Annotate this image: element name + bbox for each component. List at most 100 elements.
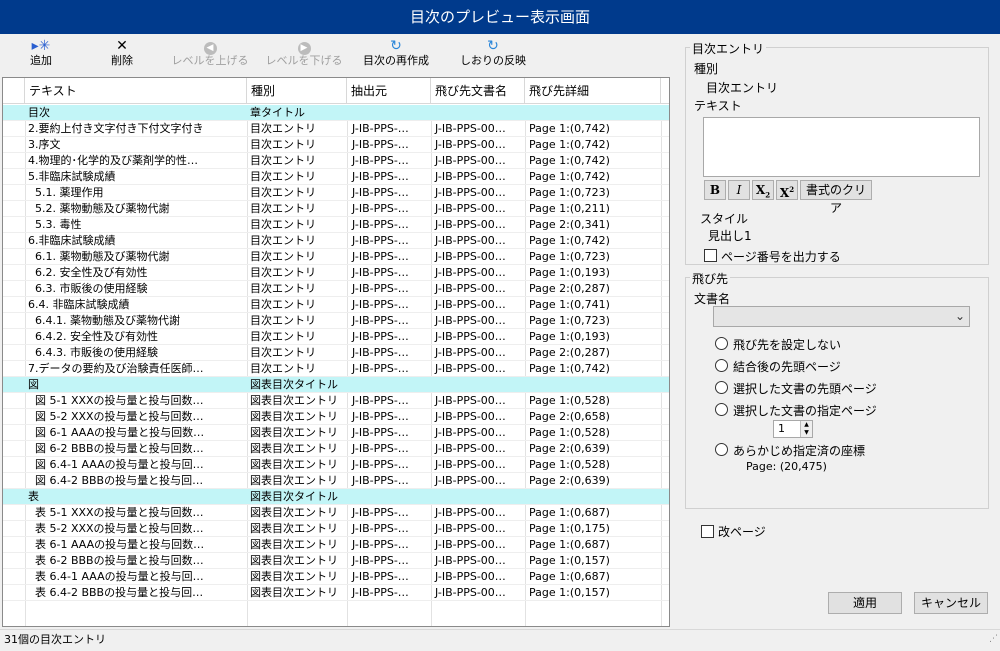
cell-text: 5.2. 薬物動態及び薬物代謝: [28, 202, 170, 215]
cell-kind: 目次エントリ: [250, 170, 316, 183]
table-row[interactable]: 7.データの要約及び治験責任医師… 目次エントリ J-IB-PPS-… J-IB-PP…: [3, 361, 669, 377]
cell-text: 6.2. 安全性及び有効性: [28, 266, 148, 279]
cell-source: J-IB-PPS-…: [352, 138, 409, 151]
table-row[interactable]: 表 図表目次タイトル: [3, 489, 669, 505]
page-break-checkbox[interactable]: [701, 525, 714, 538]
table-row[interactable]: 表 6-1 AAAの投与量と投与回数… 図表目次エントリ J-IB-PPS-… J-I…: [3, 537, 669, 553]
delete-button[interactable]: ✕ 削除: [102, 38, 142, 72]
cell-kind: 目次エントリ: [250, 330, 316, 343]
regenerate-toc-button[interactable]: ↻ 目次の再作成: [356, 38, 436, 72]
table-row[interactable]: 図 5-1 XXXの投与量と投与回数… 図表目次エントリ J-IB-PPS-… J-I…: [3, 393, 669, 409]
apply-button[interactable]: 適用: [828, 592, 902, 614]
jump-group-title: 飛び先: [690, 270, 731, 287]
table-row[interactable]: 図 図表目次タイトル: [3, 377, 669, 393]
table-row[interactable]: 6.2. 安全性及び有効性 目次エントリ J-IB-PPS-… J-IB-PPS-00…: [3, 265, 669, 281]
radio-doc-first-page[interactable]: [715, 381, 728, 394]
table-row[interactable]: 5.2. 薬物動態及び薬物代謝 目次エントリ J-IB-PPS-… J-IB-PPS-…: [3, 201, 669, 217]
cell-target-detail: Page 1:(0,723): [529, 314, 610, 327]
table-row[interactable]: 図 6-1 AAAの投与量と投与回数… 図表目次エントリ J-IB-PPS-… J-I…: [3, 425, 669, 441]
table-row[interactable]: 図 5-2 XXXの投与量と投与回数… 図表目次エントリ J-IB-PPS-… J-I…: [3, 409, 669, 425]
cell-target-doc: J-IB-PPS-00…: [435, 282, 506, 295]
cell-kind: 図表目次エントリ: [250, 538, 338, 551]
cell-target-detail: Page 1:(0,193): [529, 266, 610, 279]
cell-kind: 図表目次タイトル: [250, 490, 338, 503]
table-row[interactable]: 6.非臨床試験成績 目次エントリ J-IB-PPS-… J-IB-PPS-00… Pag…: [3, 233, 669, 249]
cell-target-detail: Page 2:(0,639): [529, 474, 610, 487]
cell-text: 6.非臨床試験成績: [28, 234, 116, 247]
cell-text: 図 6.4-2 BBBの投与量と投与回…: [28, 474, 204, 487]
table-row[interactable]: 6.1. 薬物動態及び薬物代謝 目次エントリ J-IB-PPS-… J-IB-PPS-…: [3, 249, 669, 265]
table-row[interactable]: 表 6.4-2 BBBの投与量と投与回… 図表目次エントリ J-IB-PPS-… J-…: [3, 585, 669, 601]
table-row[interactable]: 3.序文 目次エントリ J-IB-PPS-… J-IB-PPS-00… Page 1:(…: [3, 137, 669, 153]
cell-target-detail: Page 1:(0,742): [529, 170, 610, 183]
cell-target-doc: J-IB-PPS-00…: [435, 586, 506, 599]
cell-target-doc: J-IB-PPS-00…: [435, 426, 506, 439]
cell-source: J-IB-PPS-…: [352, 362, 409, 375]
table-row[interactable]: 表 6-2 BBBの投与量と投与回数… 図表目次エントリ J-IB-PPS-… J-I…: [3, 553, 669, 569]
radio-predefined-coords[interactable]: [715, 443, 728, 456]
cell-source: J-IB-PPS-…: [352, 554, 409, 567]
level-down-button[interactable]: ▶ レベルを下げる: [264, 38, 344, 72]
clear-format-button[interactable]: 書式のクリア: [800, 180, 872, 215]
cell-target-detail: [526, 105, 660, 121]
table-row[interactable]: 図 6.4-2 BBBの投与量と投与回… 図表目次エントリ J-IB-PPS-… J-…: [3, 473, 669, 489]
superscript-button[interactable]: X2: [776, 180, 798, 200]
table-row[interactable]: 6.4.2. 安全性及び有効性 目次エントリ J-IB-PPS-… J-IB-PPS-…: [3, 329, 669, 345]
doc-name-select[interactable]: ⌄: [713, 306, 970, 327]
cell-text: 図 5-2 XXXの投与量と投与回数…: [28, 410, 204, 423]
table-row[interactable]: 5.1. 薬理作用 目次エントリ J-IB-PPS-… J-IB-PPS-00… Pag…: [3, 185, 669, 201]
table-row[interactable]: 表 6.4-1 AAAの投与量と投与回… 図表目次エントリ J-IB-PPS-… J-…: [3, 569, 669, 585]
table-row[interactable]: 6.4.3. 市販後の使用経験 目次エントリ J-IB-PPS-… J-IB-PPS-…: [3, 345, 669, 361]
italic-button[interactable]: I: [728, 180, 750, 200]
radio-merged-first-page[interactable]: [715, 359, 728, 372]
header-text[interactable]: テキスト: [25, 78, 247, 104]
subscript-button[interactable]: X2: [752, 180, 774, 200]
cell-text: 6.3. 市販後の使用経験: [28, 282, 148, 295]
cell-text: 図 6-2 BBBの投与量と投与回数…: [28, 442, 204, 455]
spin-down-icon[interactable]: ▼: [800, 429, 812, 437]
radio-doc-specified-page-label: 選択した文書の指定ページ: [733, 404, 877, 418]
cell-target-doc: J-IB-PPS-00…: [435, 474, 506, 487]
cell-source: J-IB-PPS-…: [352, 170, 409, 183]
radio-doc-specified-page[interactable]: [715, 403, 728, 416]
radio-no-target[interactable]: [715, 337, 728, 350]
header-kind[interactable]: 種別: [247, 78, 347, 104]
cancel-button[interactable]: キャンセル: [914, 592, 988, 614]
add-button[interactable]: ▸✳ 追加: [22, 38, 60, 72]
cell-target-doc: [432, 105, 525, 121]
header-source[interactable]: 抽出元: [347, 78, 431, 104]
cell-target-doc: [432, 377, 525, 393]
entry-text-area[interactable]: [703, 117, 980, 177]
table-row[interactable]: 目次 章タイトル: [3, 105, 669, 121]
resize-grip-icon[interactable]: ⋰: [989, 629, 998, 649]
table-row[interactable]: 図 6-2 BBBの投与量と投与回数… 図表目次エントリ J-IB-PPS-… J-I…: [3, 441, 669, 457]
table-row[interactable]: 表 5-2 XXXの投与量と投与回数… 図表目次エントリ J-IB-PPS-… J-I…: [3, 521, 669, 537]
table-row[interactable]: 6.4.1. 薬物動態及び薬物代謝 目次エントリ J-IB-PPS-… J-IB-PP…: [3, 313, 669, 329]
page-number-checkbox[interactable]: [704, 249, 717, 262]
cell-target-detail: Page 2:(0,287): [529, 282, 610, 295]
toc-grid[interactable]: テキスト 種別 抽出元 飛び先文書名 飛び先詳細 目次 章タイトル 2.要約上付き文…: [2, 77, 670, 627]
apply-bookmarks-button[interactable]: ↻ しおりの反映: [455, 38, 531, 72]
table-row[interactable]: 6.3. 市販後の使用経験 目次エントリ J-IB-PPS-… J-IB-PPS-00…: [3, 281, 669, 297]
table-row[interactable]: 5.非臨床試験成績 目次エントリ J-IB-PPS-… J-IB-PPS-00… Pag…: [3, 169, 669, 185]
table-row[interactable]: 6.4. 非臨床試験成績 目次エントリ J-IB-PPS-… J-IB-PPS-00……: [3, 297, 669, 313]
page-spinner[interactable]: 1 ▲ ▼: [773, 420, 813, 438]
bold-button[interactable]: B: [704, 180, 726, 200]
coord-readout: Page: (20,475): [746, 460, 827, 473]
table-row[interactable]: 2.要約上付き文字付き下付文字付き 目次エントリ J-IB-PPS-… J-IB-PP…: [3, 121, 669, 137]
cell-source: J-IB-PPS-…: [352, 458, 409, 471]
cell-source: J-IB-PPS-…: [352, 266, 409, 279]
header-target-doc[interactable]: 飛び先文書名: [431, 78, 525, 104]
table-row[interactable]: 表 5-1 XXXの投与量と投与回数… 図表目次エントリ J-IB-PPS-… J-I…: [3, 505, 669, 521]
header-target-detail[interactable]: 飛び先詳細: [525, 78, 661, 104]
table-row[interactable]: 5.3. 毒性 目次エントリ J-IB-PPS-… J-IB-PPS-00… Page …: [3, 217, 669, 233]
cell-source: J-IB-PPS-…: [352, 586, 409, 599]
table-row[interactable]: 図 6.4-1 AAAの投与量と投与回… 図表目次エントリ J-IB-PPS-… J-…: [3, 457, 669, 473]
cell-target-detail: Page 2:(0,341): [529, 218, 610, 231]
cell-target-detail: Page 1:(0,528): [529, 458, 610, 471]
cell-source: [349, 105, 431, 121]
level-up-button[interactable]: ◀ レベルを上げる: [170, 38, 250, 72]
cell-target-detail: Page 1:(0,742): [529, 362, 610, 375]
table-row[interactable]: 4.物理的･化学的及び薬剤学的性… 目次エントリ J-IB-PPS-… J-IB-PP…: [3, 153, 669, 169]
spin-up-icon[interactable]: ▲: [800, 421, 812, 429]
